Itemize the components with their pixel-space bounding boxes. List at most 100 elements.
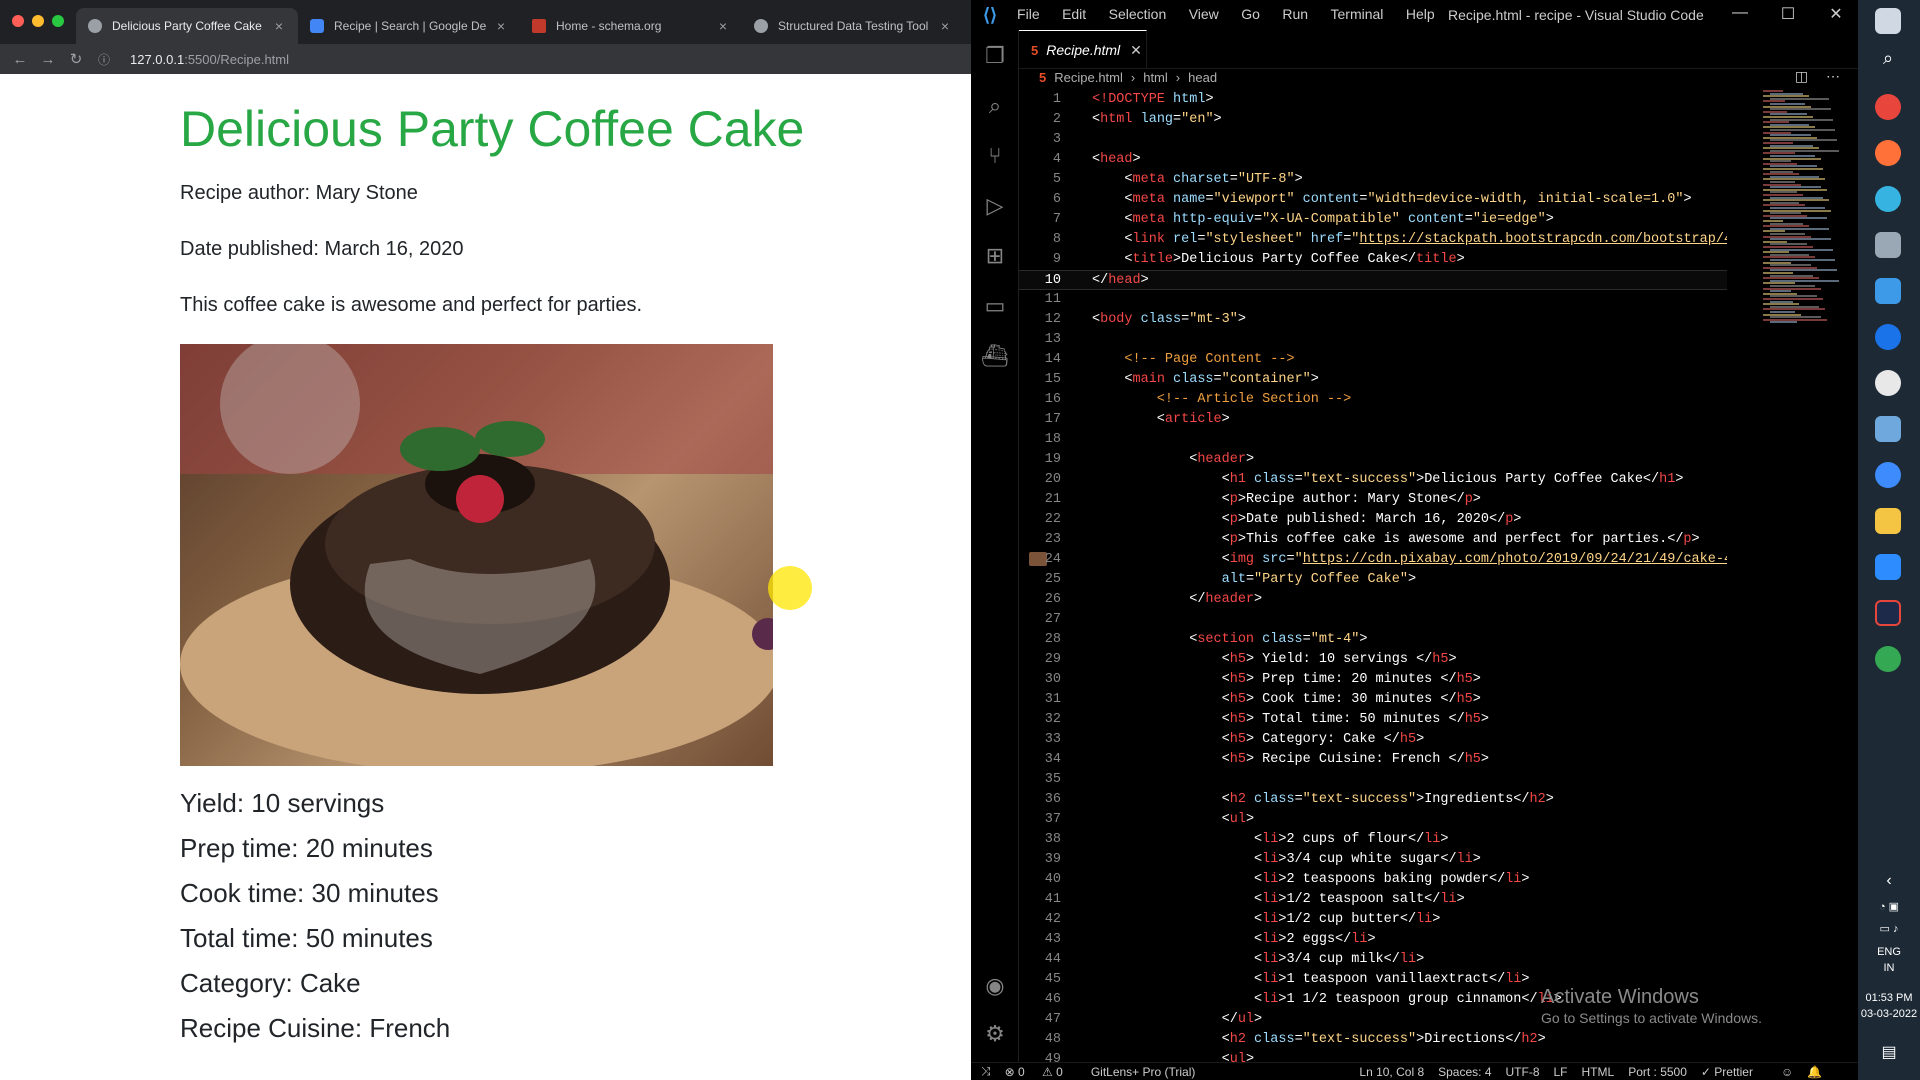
menu-help[interactable]: Help [1406,6,1435,22]
clock-time[interactable]: 01:53 PM [1858,992,1920,1004]
encoding[interactable]: UTF-8 [1506,1065,1540,1079]
code-line[interactable]: 28 <section class="mt-4"> [1019,630,1727,650]
editor-tab-recipe[interactable]: 5 Recipe.html ✕ [1019,30,1147,69]
code-line[interactable]: 7 <meta http-equiv="X-UA-Compatible" con… [1019,210,1727,230]
code-line[interactable]: 6 <meta name="viewport" content="width=d… [1019,190,1727,210]
app-icon[interactable] [1875,370,1901,396]
source-control-icon[interactable]: ⑂ [981,142,1009,170]
info-icon[interactable]: ⓘ [90,51,118,68]
code-line[interactable]: 20 <h1 class="text-success">Delicious Pa… [1019,470,1727,490]
remote-icon[interactable]: ⤨ [981,1064,991,1079]
code-line[interactable]: 32 <h5> Total time: 50 minutes </h5> [1019,710,1727,730]
close-tab-icon[interactable]: × [272,18,286,34]
code-line[interactable]: 15 <main class="container"> [1019,370,1727,390]
cursor-position[interactable]: Ln 10, Col 8 [1359,1065,1424,1079]
menu-file[interactable]: File [1017,6,1040,22]
minimize-icon[interactable]: — [1720,4,1760,22]
accounts-icon[interactable]: ◉ [981,972,1009,1000]
code-line[interactable]: 5 <meta charset="UTF-8"> [1019,170,1727,190]
code-line[interactable]: 40 <li>2 teaspoons baking powder</li> [1019,870,1727,890]
tray-icons[interactable]: ◔ ▣ [1858,900,1920,913]
explorer-icon[interactable]: ❐ [981,42,1009,70]
zoom-icon[interactable] [1875,554,1901,580]
code-line[interactable]: 36 <h2 class="text-success">Ingredients<… [1019,790,1727,810]
code-line[interactable]: 37 <ul> [1019,810,1727,830]
chrome-icon[interactable] [1875,94,1901,120]
more-actions-icon[interactable]: ⋯ [1826,68,1840,84]
notes-icon[interactable] [1875,416,1901,442]
code-line[interactable]: 22 <p>Date published: March 16, 2020</p> [1019,510,1727,530]
code-line[interactable]: 1 <!DOCTYPE html> [1019,90,1727,110]
close-window-icon[interactable] [12,15,24,27]
code-line[interactable]: 35 [1019,770,1727,790]
extensions-icon[interactable]: ⊞ [981,242,1009,270]
maps-icon[interactable] [1875,324,1901,350]
code-line[interactable]: 33 <h5> Category: Cake </h5> [1019,730,1727,750]
code-line[interactable]: 23 <p>This coffee cake is awesome and pe… [1019,530,1727,550]
close-tab-icon[interactable]: ✕ [1130,42,1142,59]
code-line[interactable]: 41 <li>1/2 teaspoon salt</li> [1019,890,1727,910]
code-line[interactable]: 29 <h5> Yield: 10 servings </h5> [1019,650,1727,670]
menu-view[interactable]: View [1189,6,1219,22]
code-line[interactable]: 24 <img src="https://cdn.pixabay.com/pho… [1019,550,1727,570]
keyboard-region[interactable]: IN [1858,962,1920,974]
browser-tab[interactable]: Recipe | Search | Google De × [298,8,520,44]
breadcrumb-file[interactable]: Recipe.html [1054,70,1123,85]
code-line[interactable]: 44 <li>3/4 cup milk</li> [1019,950,1727,970]
problems-indicator[interactable]: ⊗ 0 ⚠ 0 [1005,1065,1077,1079]
code-line[interactable]: 42 <li>1/2 cup butter</li> [1019,910,1727,930]
remote-explorer-icon[interactable]: ▭ [981,292,1009,320]
chevron-up-icon[interactable]: ‹ [1858,872,1920,890]
photos-icon[interactable] [1875,232,1901,258]
code-line[interactable]: 38 <li>2 cups of flour</li> [1019,830,1727,850]
code-editor[interactable]: 1 <!DOCTYPE html> 2 <html lang="en"> 3 4 <head… [1019,90,1727,1062]
firefox-icon[interactable] [1875,140,1901,166]
network-volume-icon[interactable]: ▭ ♪ [1858,922,1920,935]
indentation[interactable]: Spaces: 4 [1438,1065,1491,1079]
forward-arrow-icon[interactable]: → [34,51,62,68]
code-line[interactable]: 26 </header> [1019,590,1727,610]
address-bar[interactable]: 127.0.0.1:5500/Recipe.html [130,52,289,67]
search-icon[interactable]: ⌕ [1875,48,1901,74]
language-mode[interactable]: HTML [1582,1065,1615,1079]
code-line[interactable]: 3 [1019,130,1727,150]
notification-center-icon[interactable]: ▤ [1858,1042,1920,1062]
close-tab-icon[interactable]: × [938,18,952,34]
code-line[interactable]: 43 <li>2 eggs</li> [1019,930,1727,950]
code-line[interactable]: 21 <p>Recipe author: Mary Stone</p> [1019,490,1727,510]
close-icon[interactable]: ✕ [1816,4,1856,24]
gitlens-status[interactable]: GitLens+ Pro (Trial) [1091,1065,1196,1079]
code-line[interactable]: 16 <!-- Article Section --> [1019,390,1727,410]
code-line[interactable]: 9 <title>Delicious Party Coffee Cake</ti… [1019,250,1727,270]
minimap[interactable] [1763,90,1843,330]
menu-edit[interactable]: Edit [1062,6,1086,22]
code-line[interactable]: 13 [1019,330,1727,350]
windows-start-icon[interactable] [1875,8,1901,34]
breadcrumb-head[interactable]: head [1188,70,1217,85]
code-line[interactable]: 11 [1019,290,1727,310]
code-line[interactable]: 17 <article> [1019,410,1727,430]
code-line[interactable]: 2 <html lang="en"> [1019,110,1727,130]
code-line[interactable]: 25 alt="Party Coffee Cake"> [1019,570,1727,590]
split-editor-icon[interactable]: ◫ [1795,68,1808,84]
browser-tab[interactable]: Structured Data Testing Tool × [742,8,964,44]
docker-icon[interactable]: ⛴ [981,342,1009,370]
code-line[interactable]: 18 [1019,430,1727,450]
code-line[interactable]: 49 <ul> [1019,1050,1727,1062]
code-line[interactable]: 34 <h5> Recipe Cuisine: French </h5> [1019,750,1727,770]
browser-tab[interactable]: Home - schema.org × [520,8,742,44]
code-line[interactable]: 48 <h2 class="text-success">Directions</… [1019,1030,1727,1050]
menu-go[interactable]: Go [1241,6,1260,22]
browser-tab[interactable]: Delicious Party Coffee Cake × [76,8,298,44]
search-icon[interactable]: ⌕ [981,92,1009,120]
keyboard-language[interactable]: ENG [1858,946,1920,958]
maximize-window-icon[interactable] [52,15,64,27]
live-server-port[interactable]: Port : 5500 [1628,1065,1687,1079]
feedback-icon[interactable]: ☺ [1781,1065,1793,1079]
maximize-icon[interactable]: ☐ [1768,4,1808,24]
file-explorer-icon[interactable] [1875,508,1901,534]
code-line[interactable]: 31 <h5> Cook time: 30 minutes </h5> [1019,690,1727,710]
menu-terminal[interactable]: Terminal [1331,6,1384,22]
close-tab-icon[interactable]: × [494,18,508,34]
chrome-profile-icon[interactable] [1875,646,1901,672]
